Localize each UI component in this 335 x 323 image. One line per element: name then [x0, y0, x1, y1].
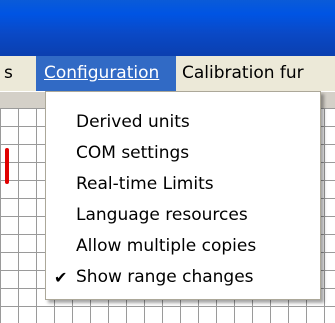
range-marker	[5, 148, 9, 184]
menu-option-label: Derived units	[76, 112, 190, 132]
menu-option-label: Allow multiple copies	[76, 236, 257, 256]
menu-calibration[interactable]: Calibration fur	[176, 56, 335, 91]
menu-option-realtime-limits[interactable]: Real-time Limits	[46, 169, 320, 200]
checkmark-icon: ✔	[54, 268, 68, 287]
menu-option-label: Language resources	[76, 205, 248, 225]
menu-option-com-settings[interactable]: COM settings	[46, 138, 320, 169]
menu-option-derived-units[interactable]: Derived units	[46, 107, 320, 138]
menu-bar: s Configuration Calibration fur	[0, 56, 335, 92]
menu-configuration[interactable]: Configuration	[36, 56, 176, 91]
menu-option-label: Show range changes	[76, 267, 254, 287]
window-title-bar	[0, 0, 335, 56]
menu-item-partial[interactable]: s	[0, 56, 28, 91]
menu-option-show-range-changes[interactable]: ✔ Show range changes	[46, 262, 320, 293]
menu-option-language-resources[interactable]: Language resources	[46, 200, 320, 231]
configuration-dropdown-menu: Derived units COM settings Real-time Lim…	[45, 91, 321, 300]
menu-option-allow-multiple-copies[interactable]: Allow multiple copies	[46, 231, 320, 262]
menu-configuration-label: Configuration	[44, 63, 160, 83]
menu-option-label: Real-time Limits	[76, 174, 214, 194]
menu-option-label: COM settings	[76, 143, 190, 163]
